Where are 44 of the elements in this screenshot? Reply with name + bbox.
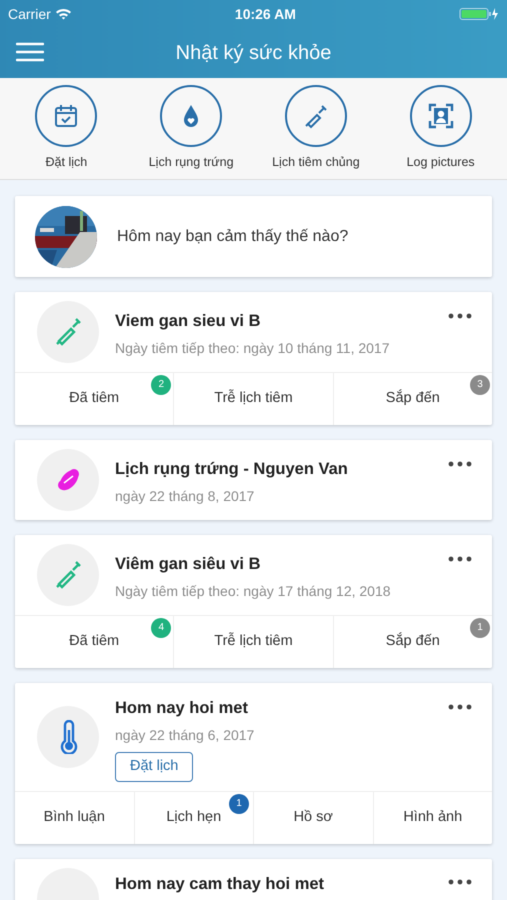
screen-title: Nhật ký sức khỏe xyxy=(176,41,332,66)
clock: 10:26 AM xyxy=(234,4,296,24)
count-badge: 4 xyxy=(151,618,172,638)
wifi-icon xyxy=(54,8,72,20)
battery-icon xyxy=(458,7,499,21)
entry-title: Viêm gan siêu vi B xyxy=(115,554,262,576)
action-tab[interactable]: Đã tiêm 2 xyxy=(15,373,174,425)
more-icon xyxy=(448,556,472,562)
entry-title: Lịch rụng trứng - Nguyen Van xyxy=(115,459,349,480)
schedule-button[interactable]: Đặt lịch xyxy=(115,752,194,782)
menu-button[interactable] xyxy=(16,40,44,64)
entry-title: Viem gan sieu vi B xyxy=(115,311,262,332)
portrait-frame-icon xyxy=(426,102,455,130)
menu-icon xyxy=(16,42,44,62)
count-badge: 1 xyxy=(470,618,490,638)
action-tab[interactable]: Lịch hẹn 1 xyxy=(134,792,254,844)
action-tab[interactable]: Trễ lịch tiêm xyxy=(174,373,334,425)
entry-title: Hom nay cam thay hoi met xyxy=(115,874,326,894)
shortcut-button[interactable]: Lịch rụng trứng xyxy=(131,85,252,172)
action-tab[interactable]: Hồ sơ xyxy=(254,792,374,844)
entry-date: Ngày tiêm tiếp theo: ngày 17 tháng 12, 2018 xyxy=(115,582,392,601)
count-badge: 3 xyxy=(470,375,490,395)
action-tab[interactable]: Đã tiêm 4 xyxy=(15,616,174,668)
shortcut-button[interactable]: Lịch tiêm chủng xyxy=(256,85,376,172)
entry-date: ngày 22 tháng 8, 2017 xyxy=(115,486,256,506)
more-icon xyxy=(448,704,472,710)
post-prompt-card[interactable]: Hôm nay bạn cảm thấy thế nào? xyxy=(15,196,492,277)
action-tab[interactable]: Sắp đến 3 xyxy=(334,373,492,425)
action-tab[interactable]: Trễ lịch tiêm xyxy=(174,616,334,668)
more-icon xyxy=(448,312,472,319)
entry-date: Ngày tiêm tiếp theo: ngày 10 tháng 11, 2017 xyxy=(115,338,390,358)
entry-date: ngày 22 tháng 6, 2017 xyxy=(115,726,256,745)
count-badge: 2 xyxy=(151,375,172,395)
count-badge: 1 xyxy=(229,794,249,814)
action-tab[interactable]: Bình luận xyxy=(15,792,134,844)
prompt-text: Hôm nay bạn cảm thấy thế nào? xyxy=(117,226,348,246)
more-icon xyxy=(448,879,472,886)
action-tab[interactable]: Sắp đến 1 xyxy=(334,616,492,668)
shortcut-button[interactable]: Log pictures xyxy=(380,85,501,172)
action-tab[interactable]: Hình ảnh xyxy=(374,792,492,844)
entry-title: Hom nay hoi met xyxy=(115,698,249,719)
shortcut-button[interactable]: Đặt lịch xyxy=(6,85,126,172)
carrier-label: Carrier xyxy=(8,4,51,24)
more-icon xyxy=(448,460,472,467)
